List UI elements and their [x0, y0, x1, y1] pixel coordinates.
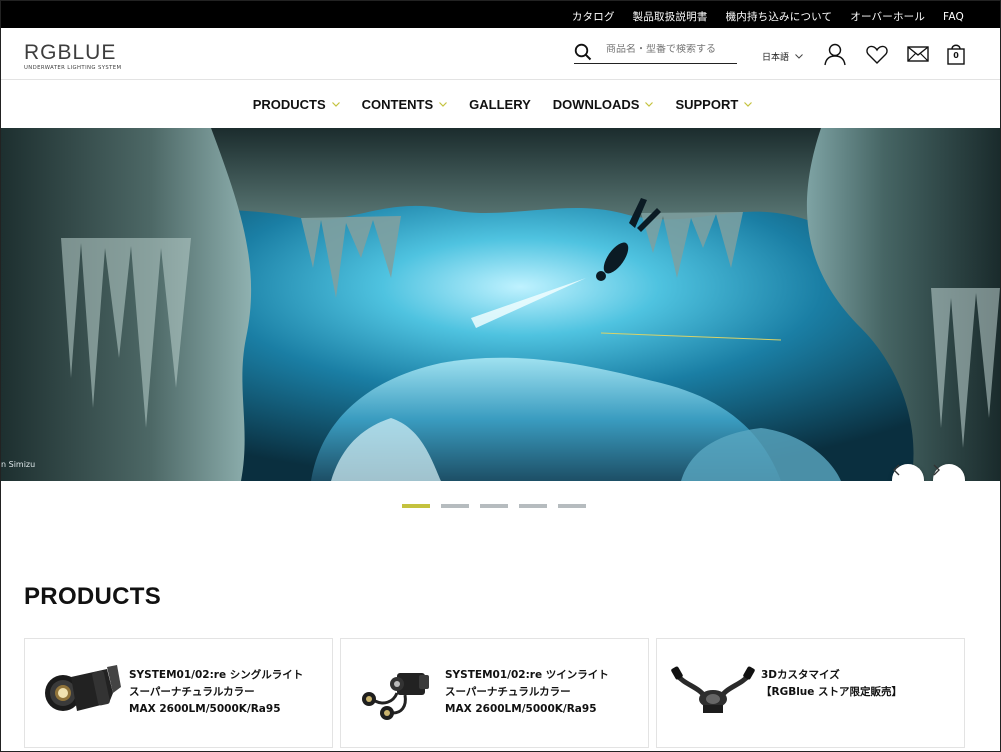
- cart-icon[interactable]: 0: [947, 42, 971, 66]
- single-light-icon: [45, 665, 121, 711]
- nav-item-gallery[interactable]: GALLERY: [469, 97, 531, 112]
- chevron-down-icon: [645, 101, 654, 107]
- slider-dot-3[interactable]: [480, 504, 508, 508]
- account-icon[interactable]: [823, 42, 847, 66]
- search-icon[interactable]: [574, 43, 592, 61]
- photo-credit: n Simizu: [1, 460, 36, 469]
- slider-dot-2[interactable]: [441, 504, 469, 508]
- slider-dot-4[interactable]: [519, 504, 547, 508]
- product-title: SYSTEM01/02:re ツインライト スーパーナチュラルカラー MAX 2…: [445, 669, 609, 715]
- nav-item-label: GALLERY: [469, 96, 531, 112]
- 3d-arm-mount-icon: [671, 666, 755, 713]
- utility-link-catalog[interactable]: カタログ: [572, 11, 615, 23]
- hero-image-underwater-cave: [1, 128, 1000, 481]
- product-title: 3Dカスタマイズ 【RGBlue ストア限定販売】: [761, 669, 903, 698]
- nav-item-downloads[interactable]: DOWNLOADS: [553, 97, 654, 112]
- slider-dot-5[interactable]: [558, 504, 586, 508]
- search-input[interactable]: [606, 44, 731, 55]
- heart-icon[interactable]: [865, 42, 889, 66]
- utility-link-overhaul[interactable]: オーバーホール: [850, 11, 925, 23]
- language-selector[interactable]: 日本語: [762, 50, 803, 63]
- chevron-down-icon: [331, 101, 340, 107]
- slider-dot-1[interactable]: [402, 504, 430, 508]
- utility-link-manuals[interactable]: 製品取扱説明書: [633, 11, 708, 23]
- page: カタログ 製品取扱説明書 機内持ち込みについて オーバーホール FAQ RGBL…: [0, 0, 1001, 752]
- product-card[interactable]: SYSTEM01/02:re ツインライト スーパーナチュラルカラー MAX 2…: [340, 638, 649, 748]
- language-label: 日本語: [762, 53, 790, 63]
- chevron-right-icon: [933, 464, 940, 476]
- site-header: RGBLUE UNDERWATER LIGHTING SYSTEM 日本語: [1, 28, 1000, 80]
- twin-light-icon: [362, 673, 429, 720]
- product-card[interactable]: 3Dカスタマイズ 【RGBlue ストア限定販売】: [656, 638, 965, 748]
- nav-item-label: DOWNLOADS: [552, 96, 640, 112]
- nav-item-support[interactable]: SUPPORT: [675, 96, 753, 112]
- cart-count-badge: 0: [953, 51, 959, 60]
- search-box: [574, 40, 737, 64]
- main-nav: PRODUCTS CONTENTS GALLERY DOWNLOADS SUPP…: [1, 80, 1000, 128]
- nav-item-label: CONTENTS: [361, 96, 434, 112]
- mail-icon[interactable]: [906, 42, 930, 66]
- product-card-list: SYSTEM01/02:re シングルライト スーパーナチュラルカラー MAX …: [24, 638, 966, 748]
- logo-tagline: UNDERWATER LIGHTING SYSTEM: [24, 65, 122, 71]
- product-title: SYSTEM01/02:re シングルライト スーパーナチュラルカラー MAX …: [129, 669, 304, 715]
- chevron-down-icon: [439, 101, 448, 107]
- utility-link-carry-on[interactable]: 機内持ち込みについて: [726, 11, 833, 23]
- utility-bar: カタログ 製品取扱説明書 機内持ち込みについて オーバーホール FAQ: [1, 1, 1000, 28]
- nav-item-products[interactable]: PRODUCTS: [253, 97, 340, 112]
- logo-mark: RGBLUE: [24, 41, 117, 64]
- slider-pagination: [402, 504, 586, 508]
- hero-slider: n Simizu: [1, 128, 1000, 481]
- utility-link-faq[interactable]: FAQ: [943, 11, 964, 23]
- chevron-down-icon: [744, 101, 753, 107]
- product-card[interactable]: SYSTEM01/02:re シングルライト スーパーナチュラルカラー MAX …: [24, 638, 333, 748]
- site-logo[interactable]: RGBLUE UNDERWATER LIGHTING SYSTEM: [24, 42, 144, 72]
- nav-item-label: SUPPORT: [675, 96, 739, 112]
- nav-item-contents[interactable]: CONTENTS: [362, 97, 448, 112]
- nav-item-label: PRODUCTS: [252, 96, 326, 112]
- chevron-down-icon: [795, 54, 803, 59]
- products-heading: PRODUCTS: [24, 583, 162, 610]
- chevron-left-icon: [893, 464, 900, 476]
